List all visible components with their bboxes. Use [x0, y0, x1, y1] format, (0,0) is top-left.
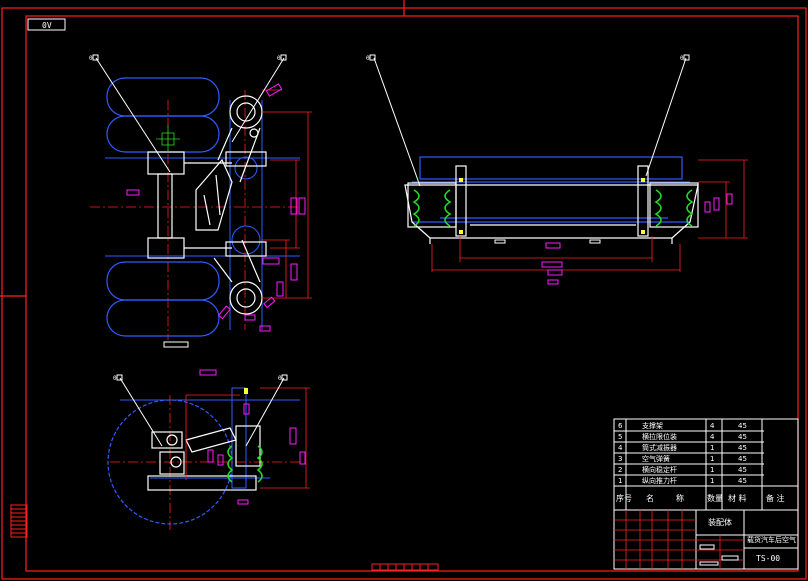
bom-qty: 1 [710, 444, 714, 452]
balloon-label: 0 [277, 55, 281, 62]
bom-no: 6 [618, 422, 623, 430]
bom-material: 45 [738, 444, 747, 452]
bom-header-no: 序号 [616, 493, 632, 503]
bom-header-name2: 称 [676, 493, 684, 503]
bom-qty: 4 [710, 433, 715, 441]
bom-header-name: 名 [646, 493, 654, 503]
bom-name: 横拉限位装 [642, 432, 677, 441]
bom-material: 45 [738, 433, 747, 441]
bom-material: 45 [738, 477, 747, 485]
corner-tag-text: 0V [42, 21, 52, 30]
bom-name: 纵向推力杆 [642, 476, 677, 485]
bom-no: 1 [618, 477, 622, 485]
bom-qty: 4 [710, 422, 715, 430]
bom-no: 3 [618, 455, 622, 463]
bom-header-qty: 数量 [707, 493, 723, 503]
cad-drawing-sheet: 0V 6 支撑架 4 45 5 横拉限位装 4 45 4 筒式减振器 1 45 … [0, 0, 808, 581]
bom-header-remark: 备 注 [766, 493, 785, 503]
bom-qty: 1 [710, 477, 714, 485]
assembly-title: 装配体 [708, 517, 732, 527]
bom-no: 5 [618, 433, 622, 441]
balloon-label: 0 [113, 375, 117, 382]
bom-material: 45 [738, 422, 747, 430]
bom-material: 45 [738, 466, 747, 474]
bom-no: 2 [618, 466, 622, 474]
bom-qty: 1 [710, 466, 714, 474]
balloon-label: 0 [278, 375, 282, 382]
bom-name: 支撑架 [642, 421, 663, 430]
bom-header-material: 材 料 [728, 493, 747, 503]
bom-name: 横向稳定杆 [642, 465, 677, 474]
balloon-label: 0 [680, 55, 684, 62]
bom-name: 空气弹簧 [642, 454, 670, 463]
bom-no: 4 [618, 444, 623, 452]
drawing-code: TS-00 [756, 554, 780, 563]
bom-material: 45 [738, 455, 747, 463]
bom-name: 筒式减振器 [642, 443, 677, 452]
drawing-title: 载货汽车后空气 [747, 535, 796, 544]
bom-qty: 1 [710, 455, 714, 463]
balloon-label: 0 [89, 55, 93, 62]
balloon-label: 0 [366, 55, 370, 62]
